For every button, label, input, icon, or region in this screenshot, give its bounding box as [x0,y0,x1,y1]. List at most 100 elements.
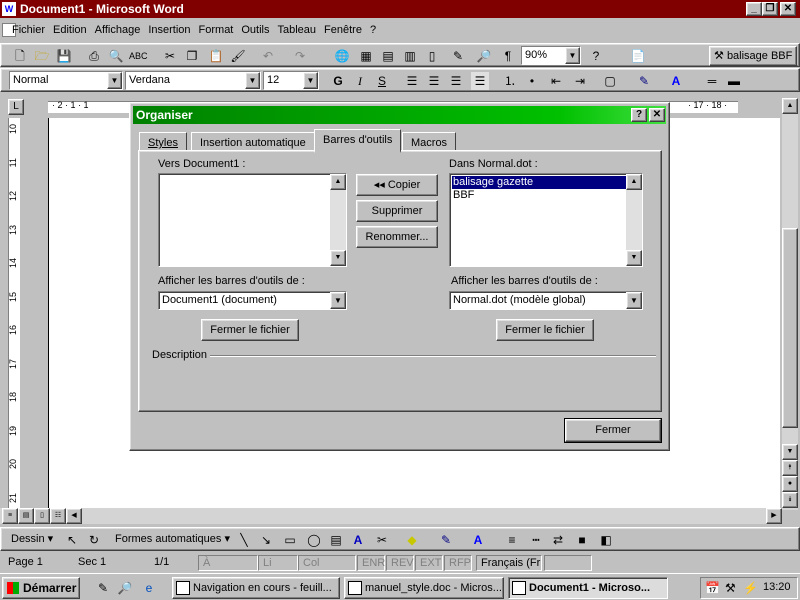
right-source-select[interactable]: Normal.dot (modèle global) ▼ [449,291,643,310]
align-right-icon[interactable]: ☰ [447,72,465,90]
close-dialog-button[interactable]: ✕ [649,108,665,122]
style-select[interactable]: Normal ▼ [9,71,123,90]
new-document-icon[interactable]: 🗋 [11,47,29,65]
chevron-down-icon[interactable]: ▼ [107,72,122,89]
menu-item-6[interactable]: Tableau [278,24,317,36]
scroll-up-button[interactable]: ▲ [626,174,642,190]
status-rfp[interactable]: RFP [444,555,472,571]
borders-icon[interactable]: ▢ [601,72,619,90]
menu-item-7[interactable]: Fenêtre [324,24,362,36]
scroll-down-button[interactable]: ▼ [782,444,798,460]
bullets-icon[interactable]: • [523,72,541,90]
copy-icon[interactable]: ❐ [183,47,201,65]
wordart-icon[interactable]: A [349,531,367,549]
scroll-left-button[interactable]: ◀ [66,508,82,524]
right-close-file-button[interactable]: Fermer le fichier [496,319,594,341]
rename-button[interactable]: Renommer... [356,226,438,248]
right-toolbar-list[interactable]: balisage gazette BBF ▲ ▼ [449,173,643,267]
menu-item-3[interactable]: Insertion [148,24,190,36]
bold-button[interactable]: G [329,72,347,90]
tray-calendar-icon[interactable]: 📅 [705,581,720,595]
select-arrow-icon[interactable]: ↖ [63,531,81,549]
line-color-icon[interactable]: ✎ [437,531,455,549]
chevron-down-icon[interactable]: ▼ [565,47,580,64]
scroll-down-button[interactable]: ▼ [330,250,346,266]
align-center-icon[interactable]: ☰ [425,72,443,90]
help-icon[interactable]: ? [587,47,605,65]
cut-icon[interactable]: ✂ [161,47,179,65]
undo-icon[interactable]: ↶ [259,47,277,65]
page-view-button[interactable]: ▯ [34,508,50,524]
taskbar-item-document1[interactable]: Document1 - Microso... [508,577,668,599]
draw-menu[interactable]: Dessin ▾ [11,532,53,545]
chevron-down-icon[interactable]: ▼ [245,72,260,89]
dash-style-icon[interactable]: ┅ [527,531,545,549]
explorer-icon[interactable]: 🔎 [116,579,134,597]
internet-explorer-icon[interactable]: e [140,579,158,597]
save-icon[interactable]: 💾 [55,47,73,65]
copy-button[interactable]: ◂◂ Copier [356,174,438,196]
scroll-up-button[interactable]: ▲ [330,174,346,190]
align-left-icon[interactable]: ☰ [403,72,421,90]
arrow-icon[interactable]: ↘ [257,531,275,549]
balisage-bbf-button[interactable]: ⚒ balisage BBF [709,46,797,66]
left-close-file-button[interactable]: Fermer le fichier [201,319,299,341]
3d-icon[interactable]: ◧ [597,531,615,549]
help-button[interactable]: ? [631,108,647,122]
text-box-icon[interactable]: ▤ [327,531,345,549]
normal-view-button[interactable]: ≡ [2,508,18,524]
line-style-icon[interactable]: ═ [703,72,721,90]
taskbar-item-manuel-style[interactable]: manuel_style.doc - Micros... [344,577,504,599]
title-bar[interactable]: W Document1 - Microsoft Word _ ❐ ✕ [0,0,800,18]
menu-item-5[interactable]: Outils [241,24,269,36]
columns-icon[interactable]: ▯ [423,47,441,65]
outline-view-button[interactable]: ☷ [50,508,66,524]
font-size-select[interactable]: 12 ▼ [263,71,319,90]
format-painter-icon[interactable]: 🖌 [229,47,247,65]
horizontal-scrollbar[interactable]: ≡ ▤ ▯ ☷ ◀ ▶ [0,508,782,524]
increase-indent-icon[interactable]: ⇥ [571,72,589,90]
left-list-scrollbar[interactable]: ▲ ▼ [330,174,346,266]
chevron-down-icon[interactable]: ▼ [626,292,642,309]
delete-button[interactable]: Supprimer [356,200,438,222]
line-icon[interactable]: ╲ [235,531,253,549]
italic-button[interactable]: I [351,72,369,90]
right-list-scrollbar[interactable]: ▲ ▼ [626,174,642,266]
tab-barres-outils[interactable]: Barres d'outils [314,129,402,153]
left-source-select[interactable]: Document1 (document) ▼ [158,291,347,310]
redo-icon[interactable]: ↷ [291,47,309,65]
open-folder-icon[interactable]: 🗁 [33,47,51,65]
numbering-icon[interactable]: ⒈ [501,72,519,90]
tables-borders-icon[interactable]: ▦ [357,47,375,65]
word-app-icon[interactable]: W [2,2,16,16]
menu-item-2[interactable]: Affichage [95,24,141,36]
status-enr[interactable]: ENR [357,555,385,571]
scroll-thumb[interactable] [782,228,798,428]
paste-icon[interactable]: 📋 [207,47,225,65]
minimize-button[interactable]: _ [746,2,762,16]
status-spelling-indicator[interactable] [544,555,592,571]
restore-button[interactable]: ❐ [762,2,778,16]
insert-table-icon[interactable]: ▤ [379,47,397,65]
spelling-icon[interactable]: ABC [129,47,148,65]
free-rotate-icon[interactable]: ↻ [85,531,103,549]
prev-page-button[interactable]: ⯭ [782,460,798,476]
left-toolbar-list[interactable]: ▲ ▼ [158,173,347,267]
status-rev[interactable]: REV [386,555,414,571]
line-style-icon[interactable]: ≡ [503,531,521,549]
close-window-button[interactable]: ✕ [780,2,796,16]
pdf-icon[interactable]: 📄 [629,47,647,65]
justify-icon[interactable]: ☰ [471,72,489,90]
tray-tool-icon[interactable]: ⚒ [725,581,736,595]
shadow-icon[interactable]: ■ [573,531,591,549]
next-page-button[interactable]: ⯯ [782,492,798,508]
font-select[interactable]: Verdana ▼ [125,71,261,90]
autoshapes-menu[interactable]: Formes automatiques ▾ [115,532,230,545]
menu-item-4[interactable]: Format [199,24,234,36]
arrow-style-icon[interactable]: ⇄ [549,531,567,549]
ellipse-icon[interactable]: ◯ [305,531,323,549]
scroll-up-button[interactable]: ▲ [782,98,798,114]
scroll-down-button[interactable]: ▼ [626,250,642,266]
font-color-icon[interactable]: A [667,72,685,90]
line-weight-icon[interactable]: ▬ [725,72,743,90]
